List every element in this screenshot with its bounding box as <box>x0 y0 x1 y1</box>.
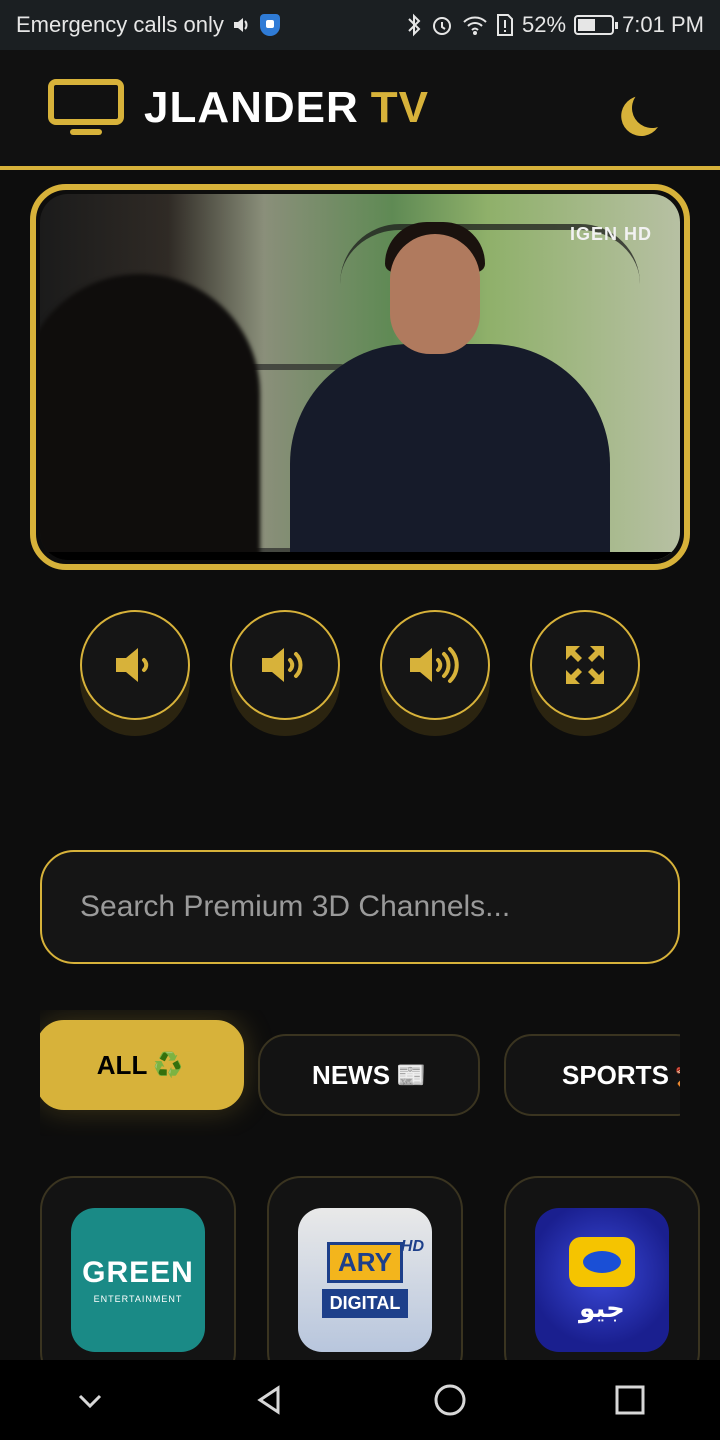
tab-news[interactable]: NEWS 📰 <box>258 1034 480 1116</box>
volume-high-icon <box>410 647 459 683</box>
channel-card[interactable]: GREEN ENTERTAINMENT <box>40 1176 236 1360</box>
channel-sub: ENTERTAINMENT <box>93 1294 183 1304</box>
tv-icon <box>48 79 124 137</box>
tab-sports[interactable]: SPORTS 🏏 <box>504 1034 680 1116</box>
search-input[interactable] <box>80 890 640 924</box>
video-person-body <box>290 344 610 560</box>
back-triangle-icon[interactable] <box>252 1382 288 1418</box>
video-foreground-person <box>40 274 260 560</box>
video-letterbox <box>40 552 680 560</box>
volume-high-button[interactable] <box>380 610 490 720</box>
brand-title: JLANDER TV <box>144 83 429 133</box>
channel-grid: GREEN ENTERTAINMENT HD ARY DIGITAL جیو <box>40 1176 720 1360</box>
status-left: Emergency calls only <box>16 12 280 38</box>
battery-icon <box>574 15 619 35</box>
channel-logo-ary: HD ARY DIGITAL <box>298 1208 432 1352</box>
channel-name: جیو <box>579 1292 625 1323</box>
channel-logo-geo: جیو <box>535 1208 669 1352</box>
volume-medium-icon <box>262 648 303 682</box>
geo-mark <box>569 1236 635 1287</box>
brand-main: JLANDER <box>144 83 359 132</box>
app-header: JLANDER TV <box>0 50 720 170</box>
cricket-icon: 🏏 <box>675 1061 680 1090</box>
volume-low-icon <box>116 648 149 682</box>
moon-icon[interactable] <box>629 85 675 131</box>
carrier-text: Emergency calls only <box>16 12 224 37</box>
shield-icon <box>259 14 280 36</box>
channel-logo-green: GREEN ENTERTAINMENT <box>71 1208 205 1352</box>
battery-percent: 52% <box>522 12 567 37</box>
recycle-icon: ♻️ <box>153 1051 184 1079</box>
bluetooth-icon <box>408 13 421 37</box>
status-right: 52% 7:01 PM <box>406 12 704 38</box>
tab-all[interactable]: ALL ♻️ <box>40 1020 244 1110</box>
clock: 7:01 PM <box>622 12 704 37</box>
channel-name: GREEN <box>82 1256 194 1289</box>
newspaper-icon: 📰 <box>396 1061 426 1089</box>
channel-sub: DIGITAL <box>321 1289 409 1318</box>
volume-low-button[interactable] <box>80 610 190 720</box>
tab-news-label: NEWS <box>312 1059 391 1090</box>
system-nav-bar <box>0 1360 720 1440</box>
home-circle-icon[interactable] <box>432 1382 468 1418</box>
status-bar: Emergency calls only 52% 7:01 PM <box>0 0 720 50</box>
tab-sports-label: SPORTS <box>562 1059 669 1090</box>
category-tabs: ALL ♻️ NEWS 📰 SPORTS 🏏 <box>40 1010 680 1136</box>
back-chevron-icon[interactable] <box>72 1382 108 1418</box>
wifi-icon <box>463 16 487 35</box>
channel-card[interactable]: جیو <box>504 1176 700 1360</box>
alarm-icon <box>433 17 452 35</box>
recents-square-icon[interactable] <box>612 1382 648 1418</box>
fullscreen-button[interactable] <box>530 610 640 720</box>
sim-alert-icon <box>497 14 514 36</box>
volume-medium-button[interactable] <box>230 610 340 720</box>
channel-card[interactable]: HD ARY DIGITAL <box>267 1176 463 1360</box>
channel-name: ARY <box>327 1242 403 1283</box>
player-controls <box>80 610 640 740</box>
tab-all-label: ALL <box>96 1049 148 1080</box>
brand-accent: TV <box>370 83 430 132</box>
video-person-head <box>390 234 480 354</box>
volume-icon <box>233 18 248 32</box>
search-box[interactable] <box>40 850 680 964</box>
channel-watermark: IGEN HD <box>569 224 652 244</box>
expand-icon <box>566 646 604 684</box>
video-frame[interactable]: IGEN HD <box>40 194 680 560</box>
video-player[interactable]: IGEN HD <box>30 184 690 570</box>
hd-badge: HD <box>400 1238 424 1255</box>
